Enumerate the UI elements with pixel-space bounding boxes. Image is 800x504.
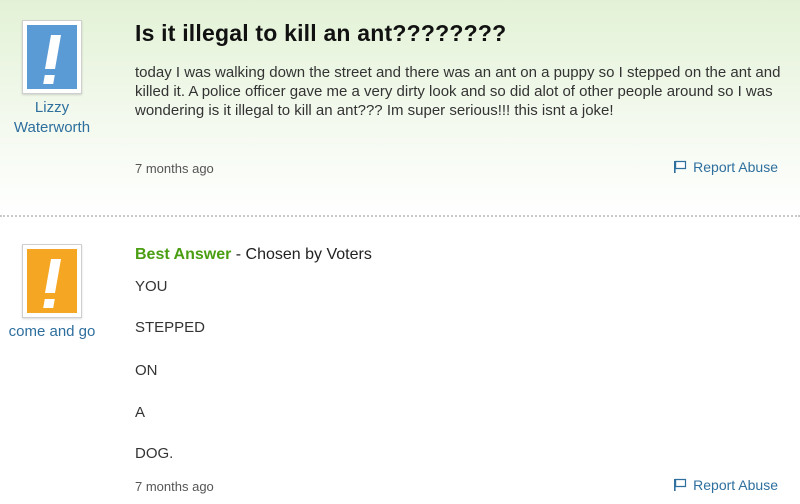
- question-title: Is it illegal to kill an ant????????: [135, 20, 507, 46]
- report-abuse-link[interactable]: Report Abuse: [673, 477, 778, 493]
- flag-icon: [674, 478, 687, 491]
- answer-timestamp: 7 months ago: [135, 479, 214, 494]
- best-answer-section: come and go Best Answer - Chosen by Vote…: [0, 222, 800, 504]
- report-abuse-label: Report Abuse: [693, 477, 778, 493]
- exclamation-icon: [45, 35, 61, 69]
- question-section: Lizzy Waterworth Is it illegal to kill a…: [0, 0, 800, 215]
- asker-avatar[interactable]: [22, 20, 82, 94]
- chosen-by-text: - Chosen by Voters: [231, 246, 372, 263]
- avatar-tile: [27, 25, 77, 89]
- answerer-username[interactable]: come and go: [0, 322, 107, 342]
- answer-line: DOG.: [135, 445, 174, 462]
- answer-line: STEPPED: [135, 319, 206, 336]
- section-divider: [0, 215, 800, 217]
- answer-line: YOU: [135, 278, 168, 295]
- exclamation-dot: [43, 75, 55, 84]
- best-answer-label: Best Answer: [135, 246, 232, 263]
- report-abuse-label: Report Abuse: [693, 159, 778, 175]
- answer-line: A: [135, 404, 146, 421]
- exclamation-dot: [43, 299, 55, 308]
- report-abuse-link[interactable]: Report Abuse: [673, 159, 778, 175]
- best-answer-heading: Best Answer - Chosen by Voters: [135, 246, 372, 264]
- question-body: today I was walking down the street and …: [135, 64, 781, 119]
- exclamation-icon: [45, 259, 61, 293]
- answerer-avatar[interactable]: [22, 244, 82, 318]
- question-timestamp: 7 months ago: [135, 161, 214, 176]
- avatar-tile: [27, 249, 77, 313]
- asker-username[interactable]: Lizzy Waterworth: [0, 98, 107, 138]
- answer-line: ON: [135, 362, 158, 379]
- flag-icon: [674, 160, 687, 173]
